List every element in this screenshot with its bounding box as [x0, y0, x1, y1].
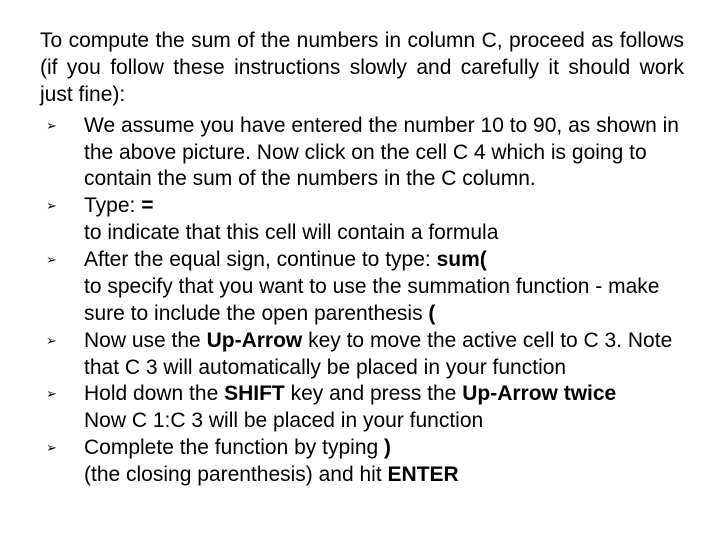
instruction-list: ➢ We assume you have entered the number …	[40, 113, 684, 489]
open-paren: (	[428, 302, 435, 325]
bullet-icon: ➢	[46, 253, 57, 266]
list-item: ➢ Hold down the SHIFT key and press the …	[40, 381, 684, 435]
formula-sum: sum(	[437, 248, 487, 271]
list-item-text: Now use the	[84, 329, 207, 352]
intro-paragraph: To compute the sum of the numbers in col…	[40, 28, 684, 109]
list-item: ➢ Type: = to indicate that this cell wil…	[40, 193, 684, 247]
list-item: ➢ Now use the Up-Arrow key to move the a…	[40, 328, 684, 382]
enter-key: ENTER	[388, 463, 459, 486]
bullet-icon: ➢	[46, 387, 57, 400]
close-paren: )	[384, 436, 391, 459]
list-item-text: We assume you have entered the number 10…	[84, 114, 679, 191]
up-arrow-twice: Up-Arrow twice	[462, 382, 616, 405]
list-item: ➢ Complete the function by typing ) (the…	[40, 435, 684, 489]
list-item-text: Hold down the	[84, 382, 224, 405]
list-item-text: Type:	[84, 194, 141, 217]
shift-key: SHIFT	[224, 382, 285, 405]
bullet-icon: ➢	[46, 441, 57, 454]
formula-equals: =	[141, 194, 153, 217]
list-item: ➢ After the equal sign, continue to type…	[40, 247, 684, 328]
list-item-text: Complete the function by typing	[84, 436, 384, 459]
list-item-text: to specify that you want to use the summ…	[84, 275, 659, 325]
list-item-text: Now C 1:C 3 will be placed in your funct…	[84, 409, 483, 432]
list-item-text: key and press the	[285, 382, 462, 405]
document-page: To compute the sum of the numbers in col…	[0, 0, 720, 540]
list-item-text: (the closing parenthesis) and hit	[84, 463, 388, 486]
list-item: ➢ We assume you have entered the number …	[40, 113, 684, 194]
bullet-icon: ➢	[46, 334, 57, 347]
list-item-text: After the equal sign, continue to type:	[84, 248, 437, 271]
bullet-icon: ➢	[46, 199, 57, 212]
bullet-icon: ➢	[46, 119, 57, 132]
list-item-text: to indicate that this cell will contain …	[84, 221, 498, 244]
up-arrow-key: Up-Arrow	[207, 329, 303, 352]
